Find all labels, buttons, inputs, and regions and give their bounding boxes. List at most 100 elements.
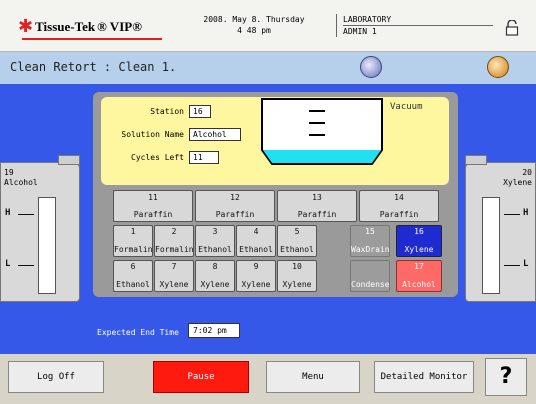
bottle-19-cap [58,155,80,165]
guide-icon[interactable] [360,56,382,78]
station-number: 15 [365,227,375,236]
retort-diagram [261,98,383,165]
station-name: Paraffin [379,210,419,219]
vacuum-status: Vacuum [390,102,423,112]
expected-end-field: 7:02 pm [188,323,240,338]
solution-field: Alcohol [189,128,241,141]
station-button[interactable]: 11 Paraffin [113,190,193,222]
station-name: Xylene [282,280,312,289]
station-button[interactable]: 7 Xylene [154,260,194,292]
detailed-monitor-button[interactable]: Detailed Monitor [374,361,474,393]
bottle-20-high-tick [504,214,520,215]
station-name: Ethanol [280,245,314,254]
station-name: Condense [351,280,390,289]
station-button[interactable]: 1 Formalin [113,225,153,257]
header-bar: ✱ Tissue-Tek ® VIP® 2008. May 8. Thursda… [0,0,536,52]
station-name: Xylene [241,280,271,289]
bottle-20-high: H [523,208,529,218]
menu-button[interactable]: Menu [266,361,360,393]
user-name: ADMIN 1 [343,27,377,36]
station-number: 5 [294,227,300,236]
station-button[interactable]: 14 Paraffin [359,190,439,222]
station-number: 10 [292,262,302,271]
station-name: Ethanol [198,245,232,254]
station-number: 1 [130,227,136,236]
station-number: 6 [130,262,136,271]
station-button[interactable]: 10 Xylene [277,260,317,292]
bottle-19-high-tick [18,214,34,215]
station-button[interactable]: 12 Paraffin [195,190,275,222]
station-button[interactable]: 13 Paraffin [277,190,357,222]
cycles-label: Cycles Left [131,153,184,162]
station-number: 8 [212,262,218,271]
star-logo-icon: ✱ [18,16,34,37]
help-button[interactable]: ? [485,358,527,396]
station-button[interactable]: 8 Xylene [195,260,235,292]
station-number: 3 [212,227,218,236]
bottle-20-cap [465,155,487,165]
lock-icon[interactable] [505,20,519,36]
station-name: Xylene [200,280,230,289]
cycles-field: 11 [189,151,219,164]
bottle-20-name: Xylene [503,178,532,187]
notes-icon[interactable] [487,56,509,78]
station-button[interactable]: 9 Xylene [236,260,276,292]
station-number: 7 [171,262,177,271]
station-number: 17 [414,262,424,271]
bottle-19-label: 19 Alcohol [4,168,38,188]
station-button[interactable]: Condense [350,260,390,292]
brand-logo: ✱ Tissue-Tek ® VIP® [18,16,142,38]
bottle-19-high: H [5,208,11,218]
station-name: Alcohol [402,280,436,289]
station-number: 4 [253,227,259,236]
date-text: 2008. May 8. Thursday [203,15,305,24]
station-number: 9 [253,262,259,271]
bottle-19-low-tick [18,265,34,266]
station-name: Ethanol [116,280,150,289]
bottle-19-level [38,197,56,294]
station-button[interactable]: 6 Ethanol [113,260,153,292]
bottle-19-low: L [5,259,11,269]
station-button[interactable]: 16 Xylene [396,225,442,257]
station-name: Xylene [159,280,189,289]
station-name: WaxDrain [351,245,390,254]
pause-button[interactable]: Pause [153,361,249,393]
location-name: LABORATORY [343,14,493,26]
station-field: 16 [189,105,211,118]
bottle-20-level [482,197,500,294]
time-text: 4 48 pm [237,26,271,35]
page-title: Clean Retort : Clean 1. [10,60,177,74]
station-number: 16 [414,227,424,236]
bottle-20-num: 20 [522,168,532,177]
datetime: 2008. May 8. Thursday 4 48 pm [194,14,314,36]
station-name: Paraffin [215,210,255,219]
station-button[interactable]: 15 WaxDrain [350,225,390,257]
station-button[interactable]: 2 Formalin [154,225,194,257]
station-name: Formalin [155,245,194,254]
station-number: 12 [230,193,240,202]
location-info: LABORATORY ADMIN 1 [336,14,493,37]
station-button[interactable]: 4 Ethanol [236,225,276,257]
station-button[interactable]: 3 Ethanol [195,225,235,257]
station-name: Ethanol [239,245,273,254]
station-button[interactable]: 5 Ethanol [277,225,317,257]
station-name: Formalin [114,245,153,254]
station-number: 2 [171,227,177,236]
brand-name: Tissue-Tek [35,19,96,34]
log-off-button[interactable]: Log Off [8,361,104,393]
station-number: 14 [394,193,404,202]
bottle-20-label: 20 Xylene [480,168,532,188]
station-number: 11 [148,193,158,202]
bottle-20-low: L [523,259,529,269]
station-name: Xylene [404,245,434,254]
bottle-19-num: 19 [4,168,14,177]
solution-label: Solution Name [121,130,184,139]
expected-end-label: Expected End Time [97,328,179,337]
station-label: Station [150,107,184,116]
brand-underline [22,38,162,40]
brand-suffix: ® VIP® [97,19,142,34]
station-button[interactable]: 17 Alcohol [396,260,442,292]
bottle-19-name: Alcohol [4,178,38,187]
station-number: 13 [312,193,322,202]
station-name: Paraffin [133,210,173,219]
